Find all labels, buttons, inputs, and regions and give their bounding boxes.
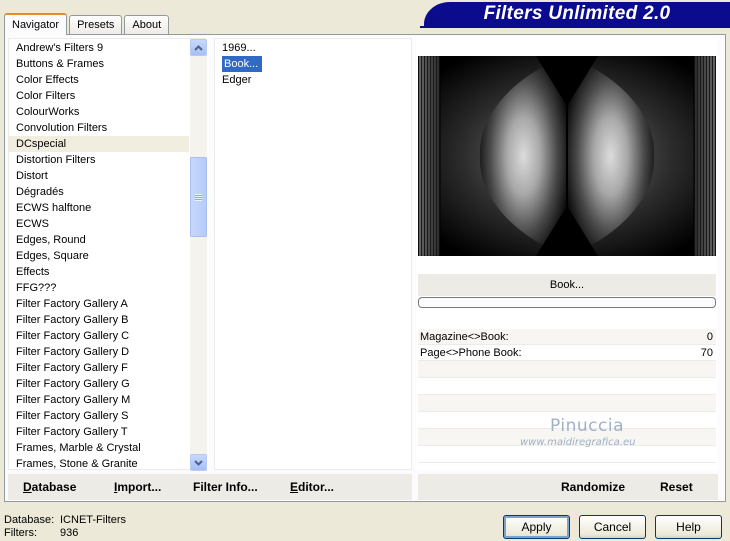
app-banner: Filters Unlimited 2.0: [424, 2, 730, 26]
filter-list[interactable]: 1969... Book... Edger: [214, 38, 412, 470]
category-item[interactable]: Frames, Stone & Granite: [9, 456, 189, 472]
apply-button[interactable]: Apply: [503, 515, 570, 539]
scroll-thumb[interactable]: [190, 157, 207, 237]
category-item[interactable]: DCspecial: [9, 136, 189, 152]
chevron-up-icon: [194, 44, 203, 51]
database-button[interactable]: Database: [23, 474, 76, 500]
banner-underline: [420, 26, 730, 28]
filter-row: 1969...: [215, 40, 411, 56]
database-value: ICNET-Filters: [60, 514, 126, 526]
cancel-button[interactable]: Cancel: [579, 515, 646, 539]
scroll-down-button[interactable]: [190, 454, 207, 471]
category-item[interactable]: Filter Factory Gallery T: [9, 424, 189, 440]
param-label: Magazine<>Book:: [420, 331, 509, 343]
progress-bar: [418, 297, 716, 308]
category-item[interactable]: Filter Factory Gallery S: [9, 408, 189, 424]
filter-row: Book...: [215, 56, 411, 72]
import-button-label: mport...: [117, 480, 162, 494]
database-label: Database:: [4, 514, 55, 526]
tab-about[interactable]: About: [124, 15, 170, 34]
category-items: Andrew's Filters 9 Buttons & Frames Color …: [9, 40, 189, 472]
filter-row: Edger: [215, 72, 411, 88]
category-item[interactable]: Filter Factory Gallery C: [9, 328, 189, 344]
category-item[interactable]: Edges, Square: [9, 248, 189, 264]
category-item[interactable]: ECWS halftone: [9, 200, 189, 216]
category-item[interactable]: Filter Factory Gallery M: [9, 392, 189, 408]
filter-item[interactable]: Book...: [222, 56, 263, 72]
category-item[interactable]: Distortion Filters: [9, 152, 189, 168]
filter-info-button-label: Filter Info...: [193, 480, 258, 494]
tab-bar: Navigator Presets About: [4, 12, 171, 35]
filter-info-button[interactable]: Filter Info...: [193, 474, 258, 500]
filter-item[interactable]: Edger: [222, 72, 262, 88]
category-scrollbar[interactable]: [190, 39, 207, 471]
category-item[interactable]: Andrew's Filters 9: [9, 40, 189, 56]
category-item[interactable]: Filter Factory Gallery D: [9, 344, 189, 360]
filters-count-value: 936: [60, 527, 79, 539]
watermark-name: Pinuccia: [550, 416, 624, 436]
reset-button[interactable]: Reset: [660, 474, 693, 500]
category-item[interactable]: Convolution Filters: [9, 120, 189, 136]
category-item[interactable]: Filter Factory Gallery B: [9, 312, 189, 328]
help-button[interactable]: Help: [655, 515, 722, 539]
category-item[interactable]: FFG???: [9, 280, 189, 296]
grip-icon: [195, 193, 202, 201]
category-item[interactable]: Buttons & Frames: [9, 56, 189, 72]
param-label: Page<>Phone Book:: [420, 347, 522, 359]
category-list[interactable]: Andrew's Filters 9 Buttons & Frames Color …: [8, 38, 207, 472]
chevron-down-icon: [194, 459, 203, 466]
category-item[interactable]: Edges, Round: [9, 232, 189, 248]
category-item[interactable]: ECWS: [9, 216, 189, 232]
category-item[interactable]: Distort: [9, 168, 189, 184]
category-item[interactable]: Dégradés: [9, 184, 189, 200]
navigator-toolbar: Database Import... Filter Info... Editor…: [8, 474, 412, 500]
preview-toolbar: Randomize Reset: [418, 474, 718, 500]
category-item[interactable]: Filter Factory Gallery F: [9, 360, 189, 376]
app-title: Filters Unlimited 2.0: [483, 3, 671, 24]
param-value[interactable]: 70: [666, 345, 716, 360]
param-row[interactable]: Page<>Phone Book: 70: [418, 345, 716, 361]
editor-button-label: ditor...: [298, 480, 335, 494]
category-item[interactable]: Filter Factory Gallery G: [9, 376, 189, 392]
scroll-up-button[interactable]: [190, 39, 207, 56]
filter-preview-image: [418, 56, 716, 256]
category-item[interactable]: ColourWorks: [9, 104, 189, 120]
editor-button[interactable]: Editor...: [290, 474, 334, 500]
category-item[interactable]: Effects: [9, 264, 189, 280]
param-value[interactable]: 0: [666, 329, 716, 344]
param-row[interactable]: Magazine<>Book: 0: [418, 329, 716, 345]
status-info: Database: ICNET-Filters Filters: 936: [4, 514, 126, 540]
import-button[interactable]: Import...: [114, 474, 161, 500]
database-button-label: atabase: [31, 480, 77, 494]
category-item[interactable]: Filter Factory Gallery A: [9, 296, 189, 312]
category-item[interactable]: Frames, Marble & Crystal: [9, 440, 189, 456]
param-row-empty: [418, 395, 716, 412]
category-item[interactable]: Color Effects: [9, 72, 189, 88]
randomize-button[interactable]: Randomize: [561, 474, 625, 500]
category-item[interactable]: Color Filters: [9, 88, 189, 104]
param-row-empty: [418, 361, 716, 378]
selected-filter-name: Book...: [418, 274, 716, 296]
filter-item[interactable]: 1969...: [222, 40, 262, 56]
param-row-empty: [418, 378, 716, 395]
tab-navigator[interactable]: Navigator: [4, 13, 68, 35]
param-row-empty: [418, 446, 716, 463]
tab-presets[interactable]: Presets: [69, 15, 123, 34]
watermark-url: www.maidiregrafica.eu: [520, 437, 636, 448]
filters-count-label: Filters:: [4, 527, 37, 539]
